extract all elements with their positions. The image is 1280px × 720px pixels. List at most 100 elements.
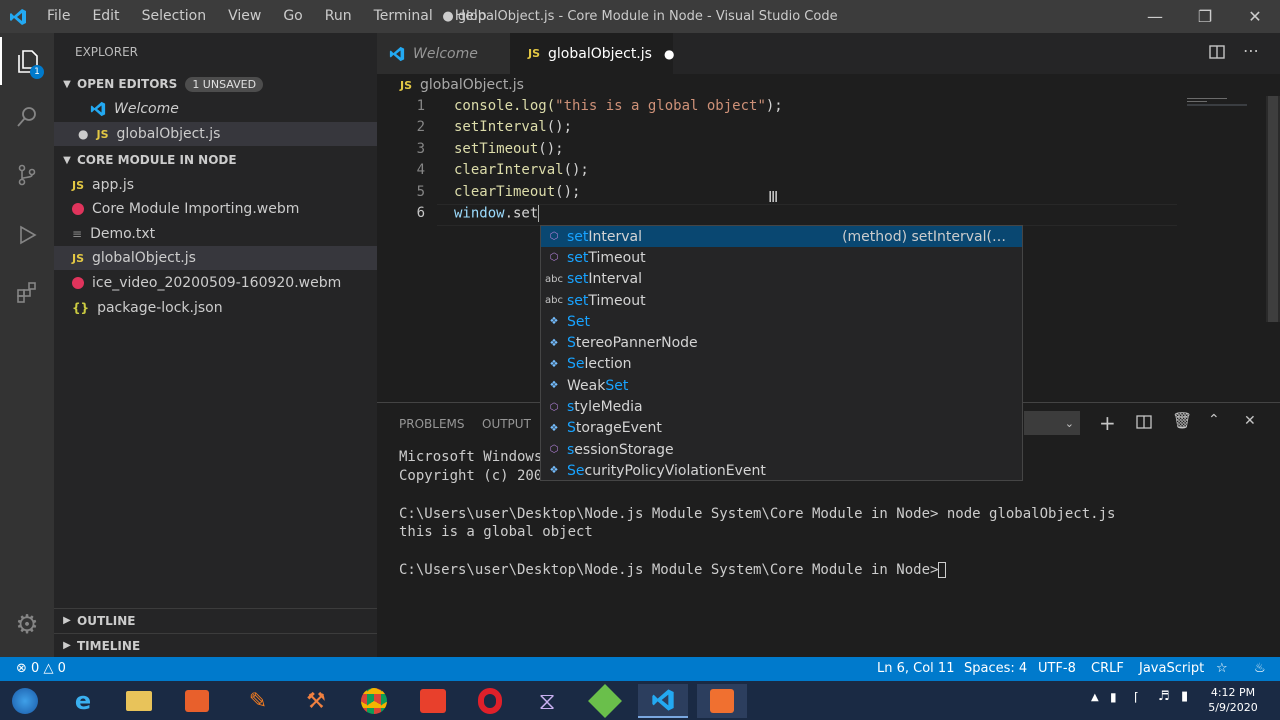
suggestion-item[interactable]: ⬡ styleMedia	[541, 396, 1022, 417]
outline-title: OUTLINE	[77, 613, 136, 628]
taskbar-ie[interactable]: e	[58, 684, 108, 718]
chevron-right-icon: ▶	[63, 640, 71, 651]
suggestion-item[interactable]: abc setInterval	[541, 269, 1022, 290]
menu-terminal[interactable]: Terminal	[363, 0, 444, 33]
error-icon: ⊗	[16, 661, 27, 676]
indentation[interactable]: Spaces: 4	[964, 657, 1027, 681]
suggestion-item[interactable]: ❖ StorageEvent	[541, 418, 1022, 439]
source-control-activity[interactable]	[0, 151, 54, 199]
line-number: 1	[416, 98, 425, 114]
warning-icon: △	[43, 661, 54, 676]
open-editor-globalobject[interactable]: ● JS globalObject.js	[54, 122, 377, 146]
restore-button[interactable]: ❐	[1180, 0, 1230, 33]
method-icon: ⬡	[549, 252, 559, 264]
terminal-prompt-line[interactable]: C:\Users\user\Desktop\Node.js Module Sys…	[399, 562, 947, 578]
taskbar-app-red[interactable]	[408, 684, 458, 718]
suggestion-item[interactable]: ❖ StereoPannerNode	[541, 333, 1022, 354]
menu-edit[interactable]: Edit	[81, 0, 130, 33]
start-button[interactable]	[0, 684, 50, 718]
taskbar-chrome[interactable]	[349, 684, 399, 718]
split-editor-icon[interactable]	[1208, 43, 1226, 65]
suggestion-item[interactable]: abc setTimeout	[541, 290, 1022, 311]
problems-status[interactable]: ⊗ 0 △ 0	[16, 657, 66, 681]
taskbar-tool[interactable]: ⚒	[291, 684, 341, 718]
taskbar-explorer[interactable]	[114, 684, 164, 718]
extensions-activity[interactable]	[0, 269, 54, 317]
search-activity[interactable]	[0, 93, 54, 141]
windows-logo-icon	[12, 688, 38, 714]
vscode-logo-icon	[0, 0, 36, 33]
file-demo-txt[interactable]: ≡ Demo.txt	[54, 222, 377, 246]
split-terminal-icon[interactable]	[1136, 414, 1152, 434]
add-terminal-icon[interactable]: +	[1099, 411, 1116, 435]
menu-selection[interactable]: Selection	[131, 0, 218, 33]
taskbar-app-green[interactable]	[580, 684, 630, 718]
timeline-header[interactable]: ▶ TIMELINE	[54, 633, 377, 657]
outline-header[interactable]: ▶ OUTLINE	[54, 608, 377, 632]
menu-help[interactable]: Help	[444, 0, 498, 33]
feedback-icon[interactable]: ☆	[1216, 657, 1228, 681]
suggestion-label: setTimeout	[567, 292, 646, 309]
explorer-activity[interactable]: 1	[0, 37, 54, 85]
taskbar-app-purple[interactable]: ⧖	[522, 684, 572, 718]
unsaved-dot-icon[interactable]: ●	[664, 47, 674, 61]
chevron-up-icon[interactable]: ⌃	[1208, 412, 1220, 428]
tab-problems[interactable]: PROBLEMS	[399, 417, 465, 431]
more-actions-icon[interactable]: ⋯	[1243, 41, 1259, 60]
open-editor-welcome[interactable]: Welcome	[54, 97, 377, 121]
encoding[interactable]: UTF-8	[1038, 657, 1076, 681]
suggestion-item[interactable]: ❖ SecurityPolicyViolationEvent	[541, 460, 1022, 481]
file-app-js[interactable]: JS app.js	[54, 173, 377, 197]
run-debug-activity[interactable]	[0, 211, 54, 259]
close-icon[interactable]: ✕	[1244, 413, 1256, 429]
tab-globalobject[interactable]: JS globalObject.js ●	[510, 33, 674, 74]
terminal-select[interactable]: ⌄	[1024, 411, 1080, 435]
breadcrumb-file[interactable]: globalObject.js	[420, 77, 524, 93]
wifi-icon[interactable]: ⌈	[1134, 690, 1139, 704]
minimap[interactable]	[1187, 96, 1247, 110]
file-globalobject-js[interactable]: JS globalObject.js	[54, 246, 377, 270]
file-core-module-webm[interactable]: Core Module Importing.webm	[54, 197, 377, 221]
language-mode[interactable]: JavaScript	[1139, 657, 1204, 681]
volume-icon[interactable]: ♬	[1158, 689, 1170, 704]
close-window-button[interactable]: ✕	[1230, 0, 1280, 33]
battery-icon[interactable]: ▮	[1181, 689, 1188, 704]
minimize-button[interactable]: —	[1130, 0, 1180, 33]
menu-view[interactable]: View	[217, 0, 272, 33]
network-icon[interactable]: ▮	[1110, 690, 1117, 704]
trash-icon[interactable]: 🗑	[1172, 411, 1192, 430]
explorer-title: EXPLORER	[75, 45, 138, 59]
suggestion-item[interactable]: ⬡ setInterval (method) setInterval(…	[541, 226, 1022, 248]
file-ice-video-webm[interactable]: ice_video_20200509-160920.webm	[54, 271, 377, 295]
manage-activity[interactable]: ⚙	[0, 601, 54, 649]
menu-file[interactable]: File	[36, 0, 81, 33]
folder-header[interactable]: ▼ CORE MODULE IN NODE	[54, 148, 377, 172]
tab-output[interactable]: OUTPUT	[482, 417, 531, 431]
open-editors-header[interactable]: ▼ OPEN EDITORS 1 UNSAVED	[54, 72, 377, 96]
suggestion-item[interactable]: ⬡ setTimeout	[541, 247, 1022, 268]
editor-scrollbar[interactable]	[1266, 96, 1280, 322]
file-package-lock-json[interactable]: {} package-lock.json	[54, 296, 377, 320]
taskbar-media[interactable]	[172, 684, 222, 718]
menu-go[interactable]: Go	[272, 0, 313, 33]
tray-chevron-icon[interactable]: ▲	[1091, 692, 1099, 703]
suggestion-item[interactable]: ❖ Set	[541, 311, 1022, 332]
current-line-highlight	[437, 204, 1177, 226]
taskbar-opera[interactable]	[465, 684, 515, 718]
tab-welcome[interactable]: Welcome	[377, 33, 510, 74]
clock[interactable]: 4:12 PM 5/9/2020	[1207, 685, 1259, 715]
code-fn: console.log(	[454, 98, 556, 114]
suggestion-item[interactable]: ❖ WeakSet	[541, 375, 1022, 396]
app-orange-icon	[710, 689, 734, 713]
warning-count: 0	[57, 661, 66, 676]
taskbar-app-orange-2[interactable]	[697, 684, 747, 718]
taskbar-vscode[interactable]	[638, 684, 688, 718]
end-of-line[interactable]: CRLF	[1091, 657, 1124, 681]
bell-icon[interactable]: ♨	[1254, 657, 1266, 681]
cursor-position[interactable]: Ln 6, Col 11	[877, 657, 954, 681]
menu-run[interactable]: Run	[314, 0, 363, 33]
suggestion-item[interactable]: ❖ Selection	[541, 354, 1022, 375]
code-line: window.set	[454, 205, 540, 222]
suggestion-item[interactable]: ⬡ sessionStorage	[541, 439, 1022, 460]
taskbar-app-orange[interactable]: ✎	[233, 684, 283, 718]
